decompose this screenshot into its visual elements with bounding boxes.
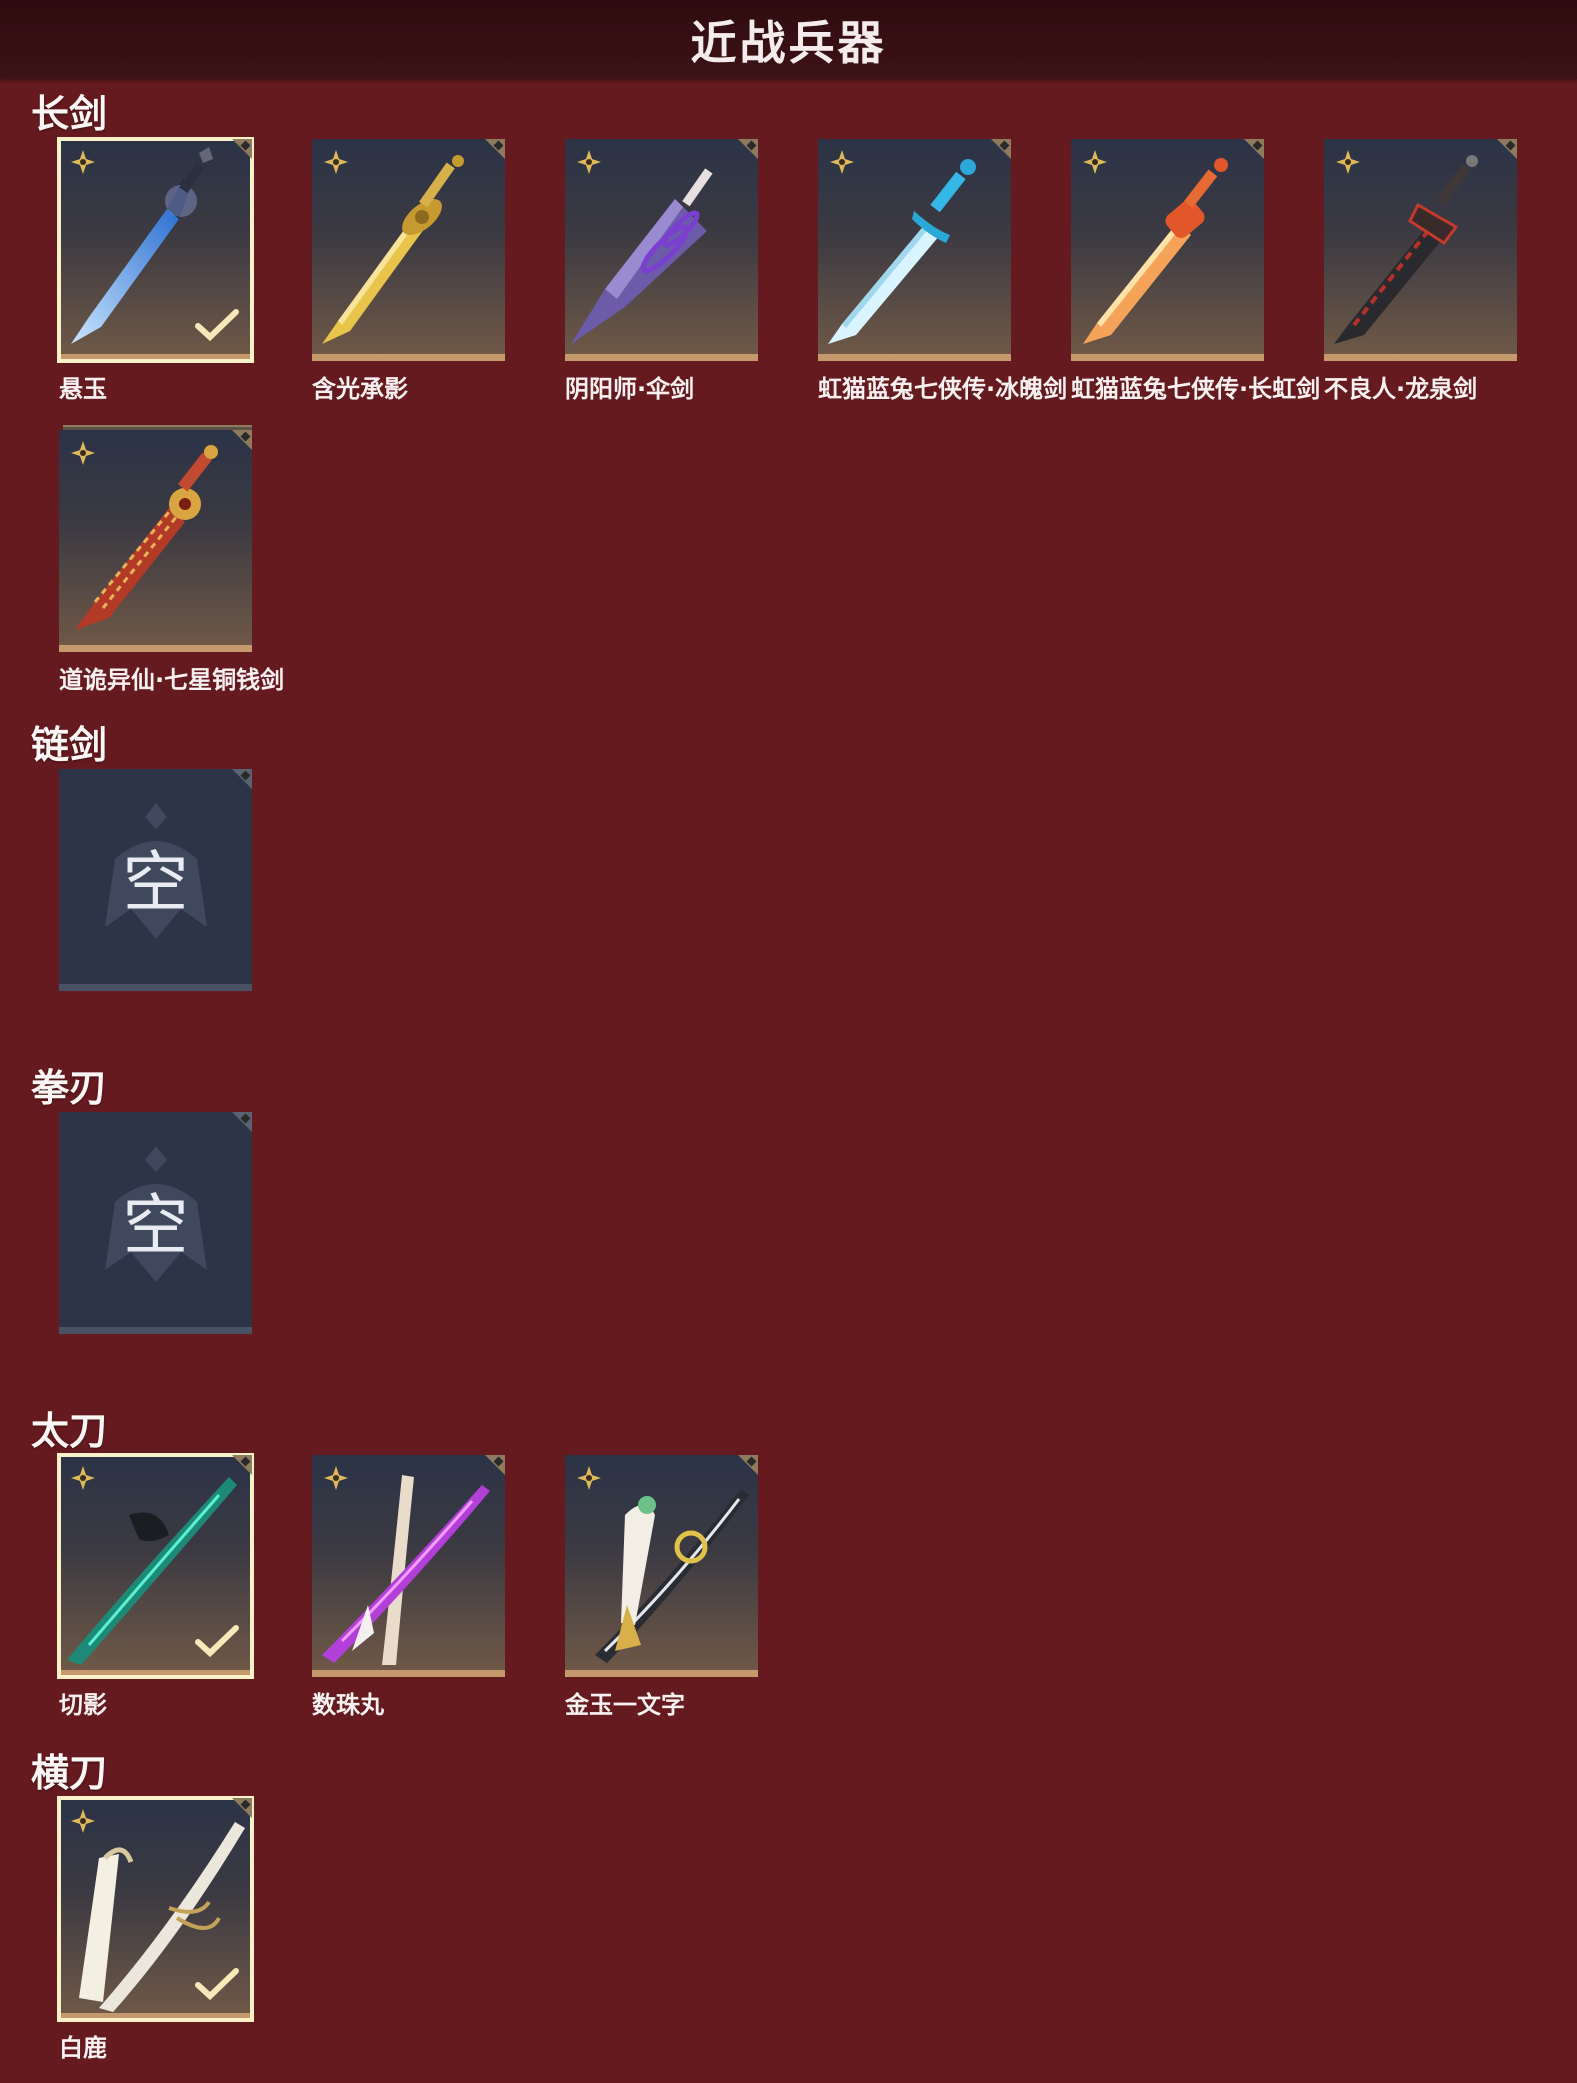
weapon-card-bailu[interactable]: 白鹿 (57, 1796, 254, 2062)
section-title-longsword: 长剑 (31, 92, 108, 136)
rarity-star-icon (324, 150, 348, 174)
rarity-star-icon (577, 150, 601, 174)
weapon-card-shuzhuwan[interactable]: 数珠丸 (312, 1455, 505, 1719)
rarity-star-icon (324, 1466, 348, 1490)
diamond-corner-icon (483, 139, 505, 161)
rarity-star-icon (1083, 150, 1107, 174)
weapon-tile (312, 139, 505, 361)
rarity-star-icon (71, 1466, 95, 1490)
weapon-name: 不良人·龙泉剑 (1324, 375, 1478, 403)
diamond-corner-icon (483, 1455, 505, 1477)
rarity-star-icon (71, 150, 95, 174)
section-title-hengdao: 横刀 (31, 1751, 108, 1795)
weapon-card-umbrella[interactable]: 阴阳师·伞剑 (565, 139, 758, 403)
weapon-name: 金玉一文字 (565, 1691, 685, 1719)
weapon-name: 虹猫蓝兔七侠传·长虹剑 (1071, 375, 1321, 403)
weapon-card-changhong[interactable]: 虹猫蓝兔七侠传·长虹剑 (1071, 139, 1320, 403)
diamond-corner-icon (230, 1798, 252, 1820)
empty-slot-fistblade[interactable]: 空 (59, 1112, 252, 1339)
diamond-corner-icon (230, 430, 252, 452)
weapon-tile (57, 137, 254, 363)
diamond-corner-icon (230, 139, 252, 161)
weapon-card-jinyu[interactable]: 金玉一文字 (565, 1455, 758, 1719)
diamond-corner-icon (736, 139, 758, 161)
weapon-tile (1324, 139, 1517, 361)
diamond-corner-icon (736, 1455, 758, 1477)
empty-slot-label: 空 (122, 843, 189, 921)
weapon-tile (1071, 139, 1264, 361)
section-title-fistblade: 拳刃 (31, 1066, 108, 1110)
weapon-name: 道诡异仙·七星铜钱剑 (59, 666, 285, 694)
weapon-name: 虹猫蓝兔七侠传·冰魄剑 (818, 375, 1068, 403)
weapon-name: 切影 (59, 1691, 107, 1719)
empty-slot-label: 空 (122, 1186, 189, 1264)
weapon-card-qixing[interactable]: 道诡异仙·七星铜钱剑 (59, 425, 284, 694)
rarity-star-icon (1336, 150, 1360, 174)
weapon-card-hanguang[interactable]: 含光承影 (312, 139, 505, 403)
equipped-checkmark-icon (195, 309, 239, 342)
equipped-checkmark-icon (195, 1625, 239, 1658)
equipped-checkmark-icon (195, 1968, 239, 2001)
rarity-star-icon (71, 441, 95, 465)
weapon-tile (565, 1455, 758, 1677)
empty-slot-chainsword[interactable]: 空 (59, 769, 252, 996)
diamond-corner-icon (1242, 139, 1264, 161)
weapon-name: 数珠丸 (312, 1691, 384, 1719)
weapon-card-qieying[interactable]: 切影 (57, 1453, 254, 1719)
empty-tile: 空 (59, 769, 252, 991)
empty-tile: 空 (59, 1112, 252, 1334)
weapon-tile (57, 1796, 254, 2022)
weapon-card-bingpo[interactable]: 虹猫蓝兔七侠传·冰魄剑 (818, 139, 1067, 403)
rarity-star-icon (71, 1809, 95, 1833)
page-title: 近战兵器 (690, 15, 887, 70)
weapon-name: 白鹿 (59, 2034, 107, 2062)
rarity-star-icon (577, 1466, 601, 1490)
section-title-chainsword: 链剑 (31, 723, 108, 767)
diamond-corner-icon (1495, 139, 1517, 161)
weapon-card-xuanyu[interactable]: 悬玉 (57, 137, 254, 403)
section-title-tachi: 太刀 (31, 1409, 108, 1453)
weapon-name: 阴阳师·伞剑 (565, 375, 695, 403)
weapon-card-longquan[interactable]: 不良人·龙泉剑 (1324, 139, 1517, 403)
weapon-tile (59, 430, 252, 652)
weapon-name: 悬玉 (59, 375, 107, 403)
page-header: 近战兵器 (0, 0, 1577, 79)
weapon-tile (312, 1455, 505, 1677)
weapon-tile (57, 1453, 254, 1679)
weapon-tile (818, 139, 1011, 361)
diamond-corner-icon (230, 1455, 252, 1477)
weapon-name: 含光承影 (312, 375, 408, 403)
rarity-star-icon (830, 150, 854, 174)
diamond-corner-icon (989, 139, 1011, 161)
weapon-tile (565, 139, 758, 361)
